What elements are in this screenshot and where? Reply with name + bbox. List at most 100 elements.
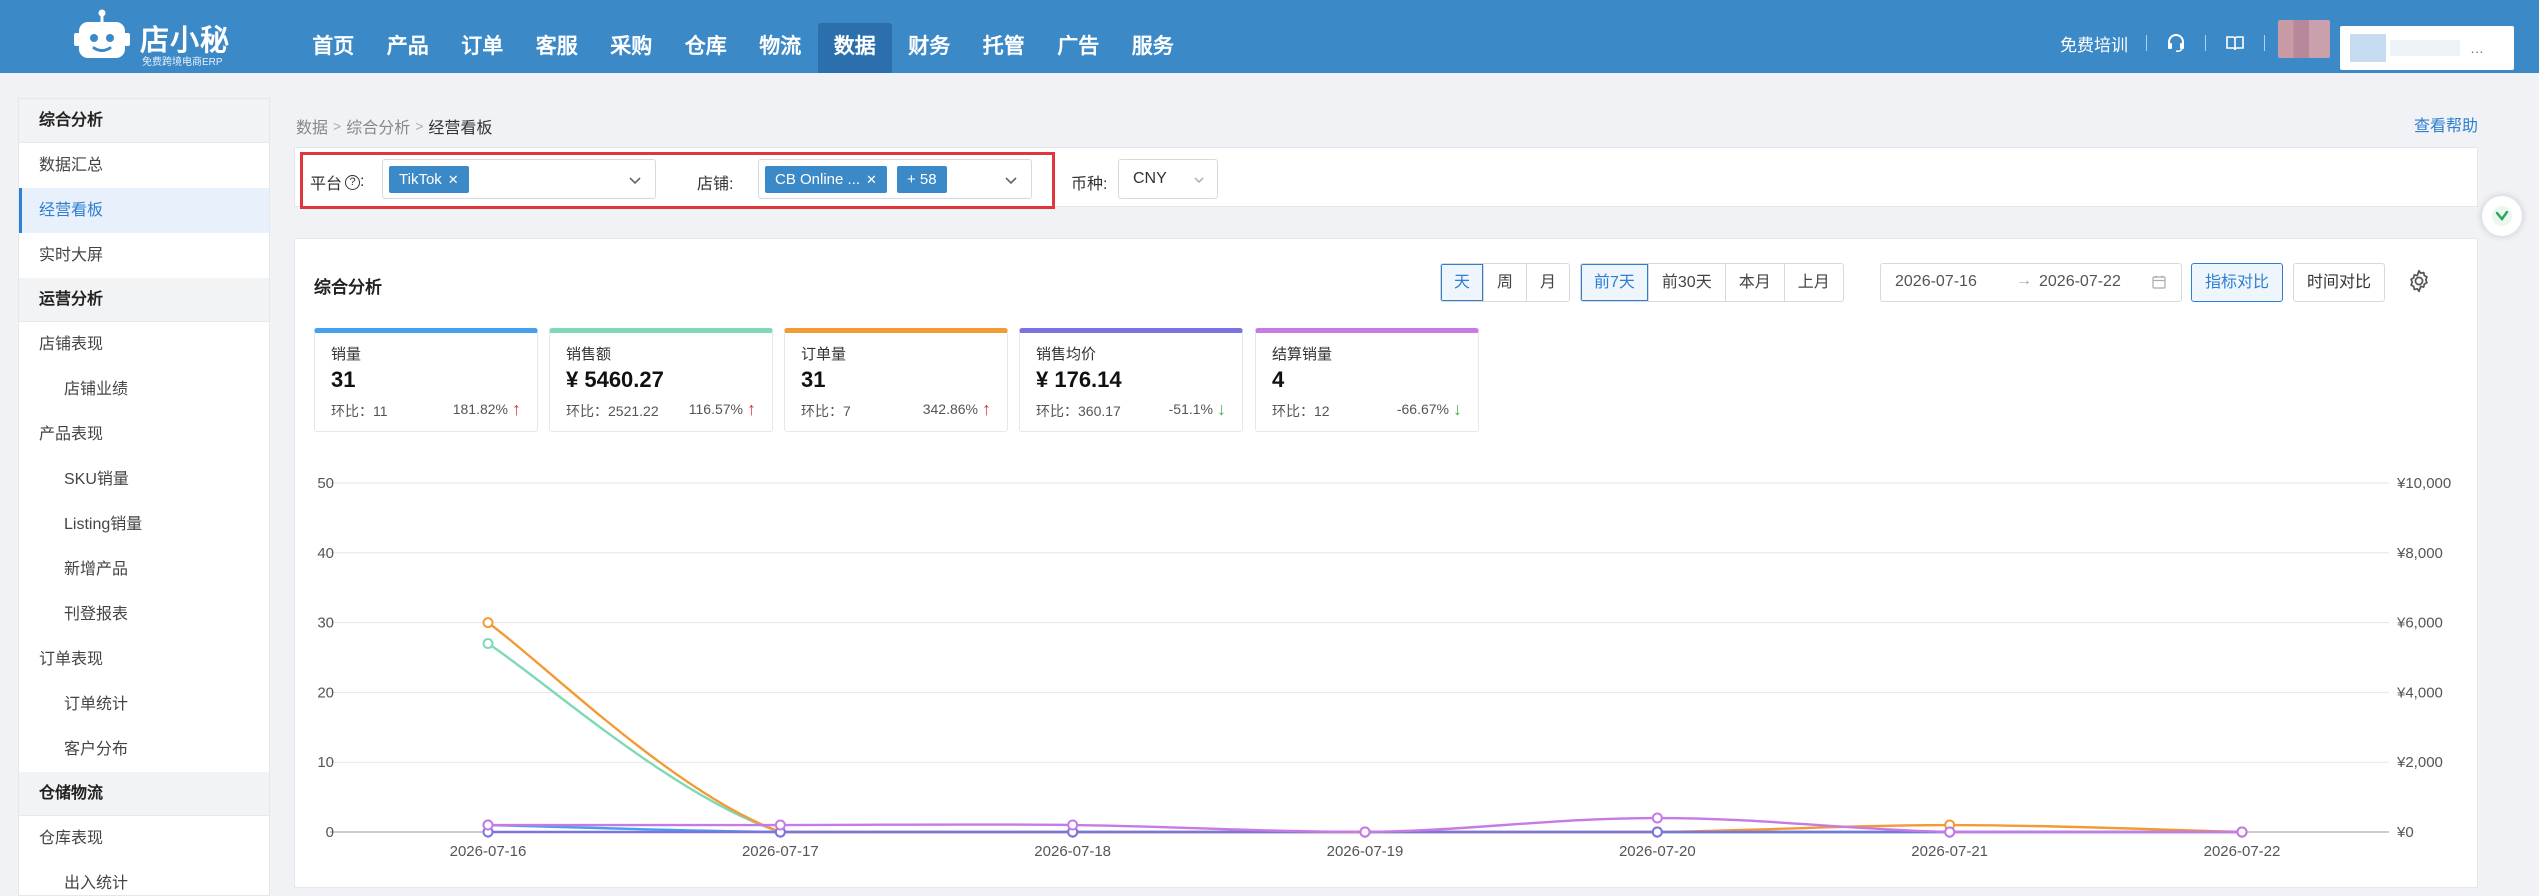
- nav-item-3[interactable]: 客服: [520, 23, 595, 73]
- nav-item-7[interactable]: 数据: [817, 23, 892, 73]
- nav-item-9[interactable]: 托管: [967, 23, 1042, 73]
- nav-item-10[interactable]: 广告: [1041, 23, 1116, 73]
- period-switch: 前7天 前30天 本月 上月: [1580, 263, 1844, 302]
- sidebar-item[interactable]: 店铺表现: [19, 322, 269, 367]
- metric-value: 31: [801, 367, 826, 392]
- sidebar-item[interactable]: 订单统计: [19, 682, 269, 727]
- metric-title: 销售额: [566, 346, 612, 363]
- section-title: 综合分析: [314, 278, 382, 297]
- currency-select[interactable]: CNY: [1118, 159, 1218, 199]
- assistant-widget[interactable]: [2482, 196, 2522, 236]
- calendar-icon: [2152, 275, 2166, 289]
- metric-previous: 环比：360.17: [1036, 403, 1121, 419]
- period-option[interactable]: 本月: [1724, 264, 1784, 301]
- main-nav: 首页 产品 订单 客服 采购 仓库 物流 数据 财务 托管 广告 服务: [296, 23, 1190, 73]
- sidebar-item[interactable]: 数据汇总: [19, 143, 269, 188]
- robot-logo-icon: [74, 9, 130, 58]
- breadcrumb-item[interactable]: 数据: [296, 114, 328, 138]
- sidebar-item[interactable]: 仓库表现: [19, 816, 269, 861]
- sidebar-item[interactable]: 客户分布: [19, 727, 269, 772]
- arrow-down-icon: ↓: [1217, 399, 1226, 419]
- sidebar-item[interactable]: SKU销量: [19, 457, 269, 502]
- divider: [2205, 35, 2206, 51]
- metric-change: 342.86% ↑: [922, 399, 991, 419]
- metric-change: 181.82% ↑: [452, 399, 521, 419]
- sidebar-item[interactable]: 新增产品: [19, 547, 269, 592]
- granularity-option[interactable]: 天: [1441, 264, 1484, 301]
- top-right-tools: 免费培训: [2060, 30, 2283, 56]
- arrow-up-icon: ↑: [747, 399, 756, 419]
- currency-value: CNY: [1133, 170, 1167, 187]
- nav-item-11[interactable]: 服务: [1116, 23, 1191, 73]
- breadcrumb-current: 经营看板: [428, 120, 493, 137]
- chevron-right-icon: >: [415, 118, 424, 134]
- sidebar-item[interactable]: 订单表现: [19, 637, 269, 682]
- granularity-option[interactable]: 月: [1526, 264, 1569, 301]
- period-option[interactable]: 前7天: [1581, 264, 1648, 301]
- nav-item-2[interactable]: 订单: [445, 23, 520, 73]
- compare-time-button[interactable]: 时间对比: [2293, 263, 2386, 302]
- metric-previous: 环比：7: [801, 403, 851, 419]
- metric-change: 116.57% ↑: [688, 399, 756, 419]
- metric-value: ¥ 5460.27: [566, 367, 664, 392]
- granularity-option[interactable]: 周: [1483, 264, 1526, 301]
- nav-item-8[interactable]: 财务: [892, 23, 967, 73]
- nav-item-4[interactable]: 采购: [594, 23, 669, 73]
- metric-title: 销量: [331, 346, 362, 363]
- sidebar-item[interactable]: Listing销量: [19, 502, 269, 547]
- metric-previous: 环比：2521.22: [566, 403, 659, 419]
- gear-icon[interactable]: [2406, 268, 2432, 294]
- user-name: [2390, 40, 2460, 56]
- metric-title: 结算销量: [1272, 346, 1333, 363]
- sidebar-item[interactable]: 出入统计: [19, 861, 269, 895]
- period-option[interactable]: 前30天: [1647, 264, 1725, 301]
- more-icon: …: [2470, 40, 2484, 56]
- book-icon[interactable]: [2224, 32, 2246, 54]
- brand-tagline: 免费跨境电商ERP: [142, 57, 223, 68]
- metric-value: 31: [331, 367, 356, 392]
- metric-title: 销售均价: [1036, 346, 1097, 363]
- metric-value: 4: [1272, 367, 1285, 392]
- sidebar-item[interactable]: 经营看板: [19, 188, 269, 233]
- metric-previous: 环比：11: [331, 403, 388, 419]
- nav-item-5[interactable]: 仓库: [669, 23, 744, 73]
- top-navbar: 店小秘 免费跨境电商ERP 首页 产品 订单 客服 采购 仓库 物流 数据 财务 托管 广告 服务 免…: [0, 0, 2539, 73]
- nav-item-1[interactable]: 产品: [371, 23, 446, 73]
- sidebar-item[interactable]: 产品表现: [19, 412, 269, 457]
- date-range-picker[interactable]: 2026-07-16 → 2026-07-22: [1880, 263, 2182, 302]
- avatar[interactable]: [2278, 20, 2330, 58]
- brand-logo[interactable]: 店小秘 免费跨境电商ERP: [72, 7, 232, 68]
- sidebar: 综合分析 数据汇总 经营看板 实时大屏 运营分析 店铺表现 店铺业绩 产品表现 SKU销量 Lis…: [18, 98, 270, 896]
- assistant-icon: [2492, 206, 2512, 226]
- sidebar-item[interactable]: 实时大屏: [19, 233, 269, 278]
- granularity-switch: 天周月: [1440, 263, 1571, 302]
- date-start[interactable]: 2026-07-16: [1895, 273, 1977, 291]
- compare-metric-button[interactable]: 指标对比: [2191, 263, 2284, 302]
- metric-title: 订单量: [801, 346, 847, 363]
- nav-item-0[interactable]: 首页: [296, 23, 371, 73]
- breadcrumb: 数据 > 综合分析 > 经营看板: [296, 114, 492, 138]
- metric-change: -66.67% ↓: [1396, 399, 1462, 419]
- sidebar-item[interactable]: 刊登报表: [19, 592, 269, 637]
- metric-card[interactable]: 销售均价 ¥ 176.14 环比：360.17 -51.1% ↓: [1019, 328, 1243, 432]
- period-option[interactable]: 上月: [1783, 264, 1843, 301]
- user-avatar: [2350, 34, 2386, 62]
- metric-card[interactable]: 销量 31 环比：11 181.82% ↑: [314, 328, 538, 432]
- metric-card[interactable]: 订单量 31 环比：7 342.86% ↑: [784, 328, 1008, 432]
- nav-item-6[interactable]: 物流: [743, 23, 818, 73]
- metric-card[interactable]: 结算销量 4 环比：12 -66.67% ↓: [1255, 328, 1479, 432]
- highlight-box: [300, 152, 1055, 209]
- divider: [2146, 35, 2147, 51]
- chevron-down-icon: [1194, 177, 1204, 183]
- free-training-link[interactable]: 免费培训: [2060, 31, 2128, 56]
- divider: [2264, 35, 2265, 51]
- user-account-box[interactable]: …: [2340, 26, 2514, 70]
- headset-icon[interactable]: [2165, 32, 2187, 54]
- metric-previous: 环比：12: [1272, 403, 1330, 419]
- metric-card[interactable]: 销售额 ¥ 5460.27 环比：2521.22 116.57% ↑: [549, 328, 773, 432]
- date-end[interactable]: 2026-07-22: [2039, 273, 2121, 291]
- arrow-right-icon: →: [2016, 272, 2032, 289]
- breadcrumb-item[interactable]: 综合分析: [346, 114, 410, 138]
- help-link[interactable]: 查看帮助: [2414, 112, 2478, 136]
- sidebar-item[interactable]: 店铺业绩: [19, 367, 269, 412]
